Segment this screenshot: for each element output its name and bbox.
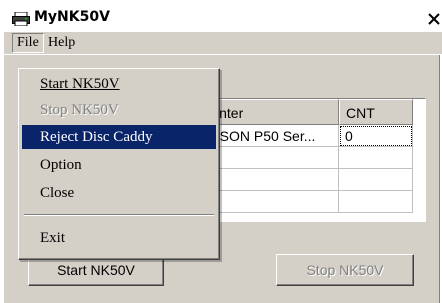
menu-item-exit[interactable]: Exit	[22, 226, 216, 250]
table-row[interactable]: EPSON P50 Ser... 0	[195, 125, 425, 147]
menu-item-label: Reject Disc Caddy	[40, 129, 153, 145]
menu-help-label: Help	[48, 35, 76, 50]
cell-cnt	[339, 191, 413, 213]
menu-item-option[interactable]: Option	[22, 153, 216, 177]
menu-item-label: Start NK50V	[40, 76, 120, 92]
table-row[interactable]	[195, 191, 425, 213]
menu-item-label: Stop NK50V	[40, 102, 119, 118]
list-header: Printer CNT	[195, 99, 425, 125]
cell-cnt: 0	[339, 125, 413, 147]
menu-bar: File Help	[4, 32, 442, 55]
menu-item-reject-disc-caddy[interactable]: Reject Disc Caddy	[22, 125, 216, 149]
printer-icon	[12, 12, 30, 26]
column-header-cnt[interactable]: CNT	[339, 99, 413, 125]
menu-item-stop-nk50v[interactable]: Stop NK50V	[22, 98, 216, 122]
menu-item-label: Exit	[40, 230, 65, 246]
cell-cnt	[339, 147, 413, 169]
main-window: MyNK50V File Help Printer CNT EPSON P50 …	[4, 4, 442, 303]
table-row[interactable]	[195, 147, 425, 169]
menu-item-label: Close	[40, 185, 75, 201]
printer-list[interactable]: Printer CNT EPSON P50 Ser... 0	[194, 98, 426, 222]
menu-item-label: Option	[40, 157, 82, 173]
close-icon[interactable]	[427, 12, 441, 26]
title-bar[interactable]: MyNK50V	[4, 4, 442, 32]
table-row[interactable]	[195, 169, 425, 191]
file-menu-dropdown: Start NK50V Stop NK50V Reject Disc Caddy…	[18, 68, 220, 260]
menu-file-label: File	[17, 35, 39, 50]
menu-item-close[interactable]: Close	[22, 181, 216, 205]
cell-cnt	[339, 169, 413, 191]
window-title: MyNK50V	[34, 9, 110, 25]
menu-file[interactable]: File	[12, 33, 44, 53]
menu-help[interactable]: Help	[44, 34, 79, 52]
stop-nk50v-button[interactable]: Stop NK50V	[276, 254, 414, 286]
menu-separator	[24, 214, 214, 216]
menu-item-start-nk50v[interactable]: Start NK50V	[22, 72, 216, 96]
